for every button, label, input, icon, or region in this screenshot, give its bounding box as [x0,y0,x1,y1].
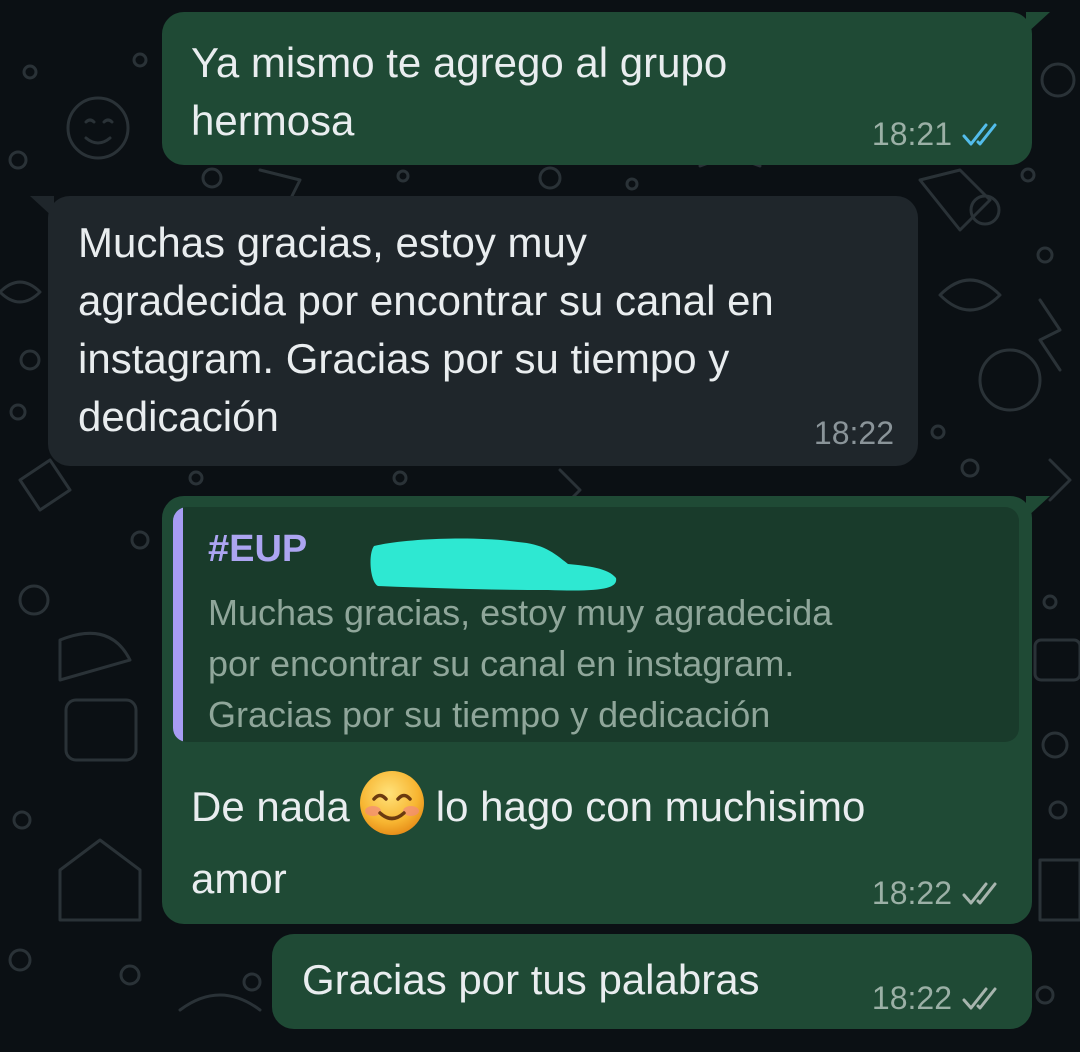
wallpaper-doodle [58,838,142,922]
quote-author-name: #EUP [208,528,308,570]
wallpaper-doodle [1048,458,1072,502]
quoted-message[interactable]: #EUP Muchas gracias, estoy muy agradecid… [173,507,1019,742]
wallpaper-doodle [0,280,42,304]
double-check-icon [962,987,997,1009]
message-time: 18:22 [813,415,894,451]
quote-accent-bar [173,507,183,742]
smiling-face-icon [359,771,424,835]
wallpaper-doodle [64,698,138,762]
wallpaper-doodle [960,458,980,478]
message-bubble-outgoing[interactable]: Ya mismo te agrego al grupo hermosa 18:2… [162,12,1050,165]
wallpaper-doodle [969,194,1001,226]
wallpaper-doodle [9,403,27,421]
wallpaper-doodle [84,118,114,145]
wallpaper-doodle [978,348,1042,412]
message-meta: 18:22 [814,415,894,452]
double-check-icon [962,123,997,145]
message-meta: 18:22 [872,980,1006,1017]
quote-author: #EUP [208,527,617,591]
message-bubble-incoming[interactable]: Muchas gracias, estoy muy agradecida por… [30,196,918,466]
message-meta: 18:22 [872,875,1006,912]
wallpaper-doodle [1048,800,1068,820]
wallpaper-doodle [938,278,1002,312]
wallpaper-doodle [392,470,408,486]
wallpaper-doodle [18,584,50,616]
wallpaper-doodle [188,470,204,486]
wallpaper-doodle [66,96,130,160]
message-bubble-outgoing[interactable]: Gracias por tus palabras 18:22 [272,934,1032,1029]
wallpaper-doodle [58,631,132,682]
wallpaper-doodle [178,993,262,1012]
quote-text: Muchas gracias, estoy muy agradecida por… [208,592,833,735]
wallpaper-doodle [12,810,32,830]
message-time: 18:22 [871,875,952,911]
wallpaper-doodle [130,530,150,550]
wallpaper-doodle [1042,594,1058,610]
wallpaper-doodle [1033,638,1080,682]
wallpaper-doodle [1041,731,1069,759]
wallpaper-doodle [930,424,946,440]
message-text: Muchas gracias, estoy muy agradecida por… [78,219,774,440]
wallpaper-doodle [19,349,41,371]
wallpaper-doodle [918,168,992,232]
message-meta: 18:21 [872,116,1006,153]
wallpaper-doodle [625,177,639,191]
wallpaper-doodle [538,166,562,190]
wallpaper-doodle [119,964,141,986]
bubble-tail [1026,12,1050,34]
wallpaper-doodle [1038,298,1062,372]
bubble-tail [1026,496,1050,518]
wallpaper-doodle [22,64,38,80]
wallpaper-doodle [1040,62,1076,98]
wallpaper-doodle [201,167,223,189]
double-check-icon [962,882,997,904]
wallpaper-doodle [132,52,148,68]
wallpaper-doodle [242,972,262,992]
message-text: Gracias por tus palabras [302,956,760,1003]
message-time: 18:21 [871,116,952,152]
message-bubble-outgoing-reply[interactable]: #EUP Muchas gracias, estoy muy agradecid… [162,496,1050,924]
message-time: 18:22 [871,980,952,1016]
redaction-mark [370,538,617,591]
wallpaper-doodle [18,458,72,512]
message-text-part: De nada [191,783,350,830]
wallpaper-doodle [1036,246,1054,264]
wallpaper-doodle [1038,858,1080,922]
wallpaper-doodle [1020,167,1036,183]
wallpaper-doodle [1035,985,1055,1005]
wallpaper-doodle [396,169,410,183]
wallpaper-doodle [8,948,32,972]
wallpaper-doodle [8,150,28,170]
bubble-tail [30,196,54,218]
message-text: Ya mismo te agrego al grupo hermosa [191,39,728,144]
